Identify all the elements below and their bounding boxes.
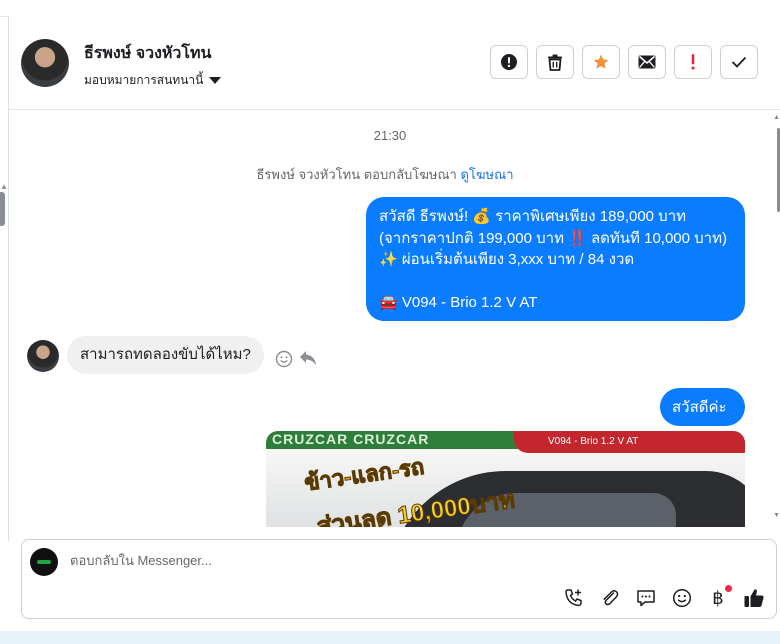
saved-reply-icon[interactable] (634, 586, 658, 610)
image-attachment[interactable]: CRUZCAR CRUZCAR V094 - Brio 1.2 V AT ข้า… (266, 431, 745, 527)
spam-button[interactable] (490, 45, 528, 79)
payment-label: ฿ (712, 587, 724, 608)
contact-avatar-small[interactable] (27, 340, 59, 372)
envelope-icon (638, 55, 656, 69)
like-icon[interactable] (742, 586, 766, 610)
reply-input[interactable] (70, 553, 670, 568)
payment-icon[interactable]: ฿ (706, 585, 732, 610)
trash-icon (548, 54, 562, 71)
alert-circle-icon (501, 54, 517, 70)
scroll-up-icon[interactable]: ▲ (773, 114, 780, 121)
exclamation-icon (691, 54, 695, 70)
assign-conversation-dropdown[interactable]: มอบหมายการสนทนานี้ (84, 71, 222, 90)
page-avatar (30, 548, 58, 576)
scroll-down-icon[interactable]: ▼ (773, 512, 780, 519)
left-resize-handle[interactable] (0, 192, 5, 226)
outgoing-message[interactable]: สวัสดี ธีรพงษ์! 💰 ราคาพิเศษเพียง 189,000… (366, 197, 745, 321)
star-icon (593, 54, 609, 69)
composer-tools: ฿ (562, 585, 766, 610)
header-actions (490, 45, 758, 79)
smiley-react-icon[interactable] (275, 350, 293, 373)
conversation-header: ธีรพงษ์ จวงหัวโทน มอบหมายการสนทนานี้ (9, 16, 780, 110)
check-icon (731, 56, 747, 68)
star-button[interactable] (582, 45, 620, 79)
page-logo (37, 560, 51, 564)
done-button[interactable] (720, 45, 758, 79)
assign-label: มอบหมายการสนทนานี้ (84, 73, 204, 87)
message-timestamp: 21:30 (373, 128, 407, 143)
top-strip (0, 0, 780, 17)
message-line: (จากราคาปกติ 199,000 บาท ‼️ ลดทันที 10,0… (379, 229, 727, 247)
image-brand-text: CRUZCAR CRUZCAR (272, 431, 430, 447)
reply-composer: ฿ (21, 539, 777, 619)
follow-up-button[interactable] (674, 45, 712, 79)
notification-dot (725, 585, 732, 592)
ad-reply-text: ธีรพงษ์ จวงหัวโทน ตอบกลับโฆษณา (256, 167, 457, 182)
caret-down-icon (209, 77, 222, 84)
attach-icon[interactable] (598, 586, 622, 610)
view-ad-link[interactable]: ดูโฆษณา (460, 167, 513, 182)
message-line: สวัสดี ธีรพงษ์! 💰 ราคาพิเศษเพียง 189,000… (379, 208, 687, 225)
footer-strip (0, 631, 780, 644)
delete-button[interactable] (536, 45, 574, 79)
emoji-icon[interactable] (670, 586, 694, 610)
call-add-icon[interactable] (562, 586, 586, 610)
message-line: ✨ ผ่อนเริ่มต้นเพียง 3,xxx บาท / 84 งวด (379, 251, 635, 268)
contact-avatar[interactable] (21, 39, 69, 87)
ad-reply-note: ธีรพงษ์ จวงหัวโทน ตอบกลับโฆษณา ดูโฆษณา (0, 164, 770, 185)
message-line: 🚘 V094 - Brio 1.2 V AT (379, 294, 538, 311)
contact-name[interactable]: ธีรพงษ์ จวงหัวโทน (84, 41, 212, 66)
outgoing-message[interactable]: สวัสดีค่ะ (660, 388, 745, 426)
reply-arrow-icon[interactable] (299, 350, 317, 371)
incoming-message[interactable]: สามารถทดลองขับได้ไหม? (67, 336, 264, 374)
image-model-text: V094 - Brio 1.2 V AT (548, 436, 639, 447)
mark-unread-button[interactable] (628, 45, 666, 79)
